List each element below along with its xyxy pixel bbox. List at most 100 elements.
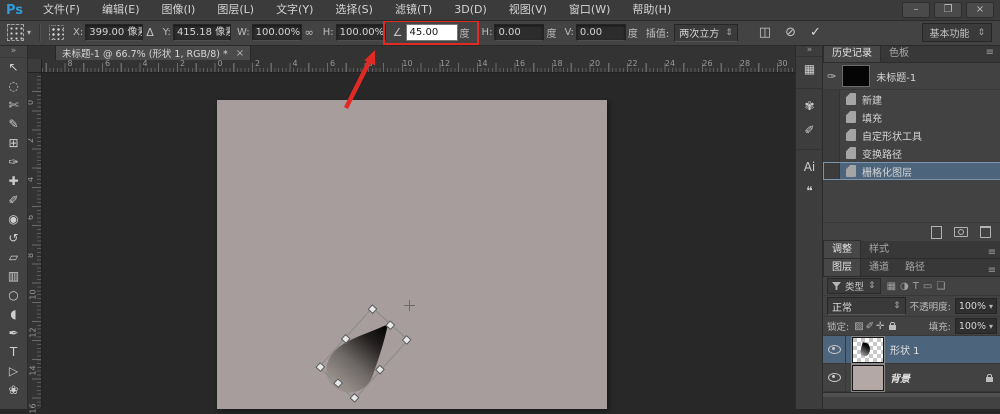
crop-tool[interactable]: ⊞ [0,134,27,153]
width-scale-field[interactable]: 100.00% [252,24,302,41]
visibility-well[interactable] [823,364,846,391]
minimize-button[interactable]: – [902,2,930,18]
document-canvas[interactable] [217,100,607,409]
marquee-tool[interactable]: ◌ [0,77,27,96]
history-step[interactable]: 变换路径 [823,144,1000,162]
brush-tool[interactable]: ✐ [0,191,27,210]
fill-dropdown-icon[interactable]: ▾ [989,322,993,331]
history-source-checkbox[interactable] [823,90,840,108]
interpolation-dropdown[interactable]: 两次立方 ⇕ [674,24,738,42]
menu-item[interactable]: 图像(I) [151,0,207,20]
notes-panel-icon[interactable]: ❝ [796,179,823,203]
eye-icon[interactable] [828,373,841,382]
menu-item[interactable]: 文件(F) [32,0,91,20]
restore-button[interactable]: ❐ [934,2,962,18]
reference-point-locator-icon[interactable] [49,25,64,40]
relative-position-icon[interactable]: Δ [146,26,154,39]
eye-icon[interactable] [828,345,841,354]
history-brush-icon[interactable]: ✑ [827,70,836,83]
height-scale-field[interactable]: 100.00% [336,24,386,41]
tab-close-icon[interactable]: × [236,48,244,59]
skew-h-field[interactable]: 0.00 [494,24,544,41]
lock-all-icon[interactable] [889,325,896,330]
brush-presets-panel-icon[interactable]: ✐ [796,118,823,142]
history-step[interactable]: 栅格化图层 [823,162,1000,180]
gradient-tool[interactable]: ▥ [0,267,27,286]
menu-item[interactable]: 滤镜(T) [384,0,443,20]
history-brush-tool[interactable]: ↺ [0,229,27,248]
workspace-switcher[interactable]: 基本功能 ⇕ [922,23,992,42]
panel-tab[interactable]: 通道 [861,259,897,276]
eraser-tool[interactable]: ▱ [0,248,27,267]
rotation-angle-field[interactable]: 45.00 [406,24,458,41]
filter-smart-objects-icon[interactable]: ❏ [936,281,945,292]
layer-row[interactable]: 形状 1 [823,336,1000,364]
layer-row[interactable]: 背景 [823,364,1000,392]
close-button[interactable]: × [966,2,994,18]
transform-handle[interactable] [341,334,351,344]
filter-adjustment-layers-icon[interactable]: ◑ [900,281,909,292]
y-position-field[interactable]: 415.18 像素 [173,24,231,41]
warp-mode-toggle-icon[interactable]: ◫ [759,25,771,40]
filter-pixel-layers-icon[interactable]: ▦ [887,281,896,292]
lock-position-icon[interactable]: ✛ [876,321,884,332]
healing-brush-tool[interactable]: ✚ [0,172,27,191]
pen-tool[interactable]: ✒ [0,324,27,343]
lock-image-pixels-icon[interactable]: ✐ [866,321,874,332]
tool-preset-icon[interactable] [7,24,24,41]
filter-type-layers-icon[interactable]: T [913,281,919,292]
panel-tab[interactable]: 色板 [881,45,917,62]
lock-transparent-pixels-icon[interactable]: ▨ [854,321,863,332]
history-source-checkbox[interactable] [823,126,840,144]
move-tool[interactable]: ↖ [0,58,27,77]
visibility-well[interactable] [823,336,846,363]
opacity-dropdown-icon[interactable]: ▾ [989,302,993,311]
layer-thumbnail[interactable] [852,337,884,363]
history-step[interactable]: 新建 [823,90,1000,108]
panel-tab[interactable]: 样式 [861,241,897,258]
menu-item[interactable]: 编辑(E) [91,0,151,20]
canvas-workspace[interactable] [28,72,795,409]
cancel-transform-icon[interactable]: ⊘ [785,25,796,40]
commit-transform-icon[interactable]: ✓ [810,25,821,40]
ruler-origin-corner[interactable] [27,59,42,73]
dock-collapse-icon[interactable]: » [796,45,823,57]
vertical-ruler[interactable]: 0246810121416 [27,72,42,409]
lasso-tool[interactable]: ✄ [0,96,27,115]
fill-field[interactable]: 100% ▾ [955,318,997,334]
skew-v-field[interactable]: 0.00 [576,24,626,41]
brush-panel-icon[interactable]: ✾ [796,88,823,118]
filter-shape-layers-icon[interactable]: ▭ [923,281,932,292]
link-dimensions-icon[interactable]: ∞ [305,26,314,39]
x-position-field[interactable]: 399.00 像素 [85,24,143,41]
toolbar-collapse-icon[interactable]: » [0,45,27,58]
new-document-from-state-icon[interactable] [931,226,942,239]
custom-shape-tool[interactable]: ❀ [0,381,27,400]
clone-source-panel-icon[interactable]: ▦ [796,57,823,81]
adjustments-panel-menu-icon[interactable]: ≡ [983,247,1000,258]
history-source-checkbox[interactable] [823,162,840,180]
menu-item[interactable]: 文字(Y) [265,0,324,20]
menu-item[interactable]: 窗口(W) [558,0,621,20]
history-step[interactable]: 填充 [823,108,1000,126]
blur-tool[interactable]: ○ [0,286,27,305]
horizontal-ruler[interactable]: 8642024681012141618202224262830 [27,59,795,73]
preset-dropdown-icon[interactable]: ▾ [27,28,31,37]
layers-panel-menu-icon[interactable]: ≡ [983,265,1000,276]
history-panel-menu-icon[interactable]: ≡ [981,47,999,58]
history-snapshot-row[interactable]: ✑ 未标题-1 [823,63,1000,90]
eyedropper-tool[interactable]: ✑ [0,153,27,172]
clone-stamp-tool[interactable]: ◉ [0,210,27,229]
quick-selection-tool[interactable]: ✎ [0,115,27,134]
panel-tab[interactable]: 调整 [823,240,861,258]
menu-item[interactable]: 图层(L) [206,0,265,20]
history-source-checkbox[interactable] [823,108,840,126]
panel-tab[interactable]: 图层 [823,258,861,276]
history-step[interactable]: 自定形状工具 [823,126,1000,144]
menu-item[interactable]: 帮助(H) [621,0,682,20]
layer-filter-dropdown[interactable]: 类型 ⇕ [827,278,881,294]
blend-mode-dropdown[interactable]: 正常 ⇕ [827,297,906,315]
menu-item[interactable]: 3D(D) [443,0,498,20]
opacity-field[interactable]: 100% ▾ [955,298,997,314]
delete-state-icon[interactable] [980,226,991,238]
